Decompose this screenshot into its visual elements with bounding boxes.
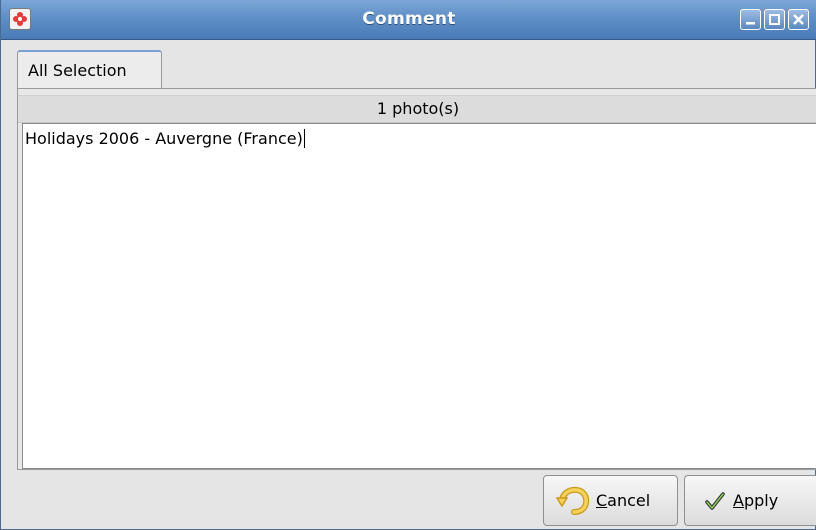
- tab-panel: 1 photo(s) Holidays 2006 - Auvergne (Fra…: [17, 88, 816, 470]
- undo-arrow-icon: [555, 484, 592, 522]
- comment-dialog: Comment All Selection 1 photo(s) Holiday…: [0, 0, 816, 530]
- close-button[interactable]: [788, 9, 809, 30]
- comment-text-area[interactable]: Holidays 2006 - Auvergne (France): [22, 123, 816, 469]
- maximize-icon: [769, 14, 780, 25]
- apply-label: Apply: [733, 491, 779, 510]
- title-bar[interactable]: Comment: [1, 0, 816, 40]
- apply-button[interactable]: Apply: [684, 475, 816, 526]
- tab-all-selection[interactable]: All Selection: [17, 50, 162, 88]
- checkmark-icon: [705, 491, 725, 515]
- photo-count-label: 1 photo(s): [376, 99, 460, 118]
- text-caret: [303, 129, 305, 148]
- comment-text: Holidays 2006 - Auvergne (France): [25, 129, 305, 148]
- window-title: Comment: [362, 9, 456, 29]
- close-icon: [793, 14, 804, 25]
- cancel-label: Cancel: [596, 491, 651, 510]
- minimize-button[interactable]: [740, 9, 761, 30]
- maximize-button[interactable]: [764, 9, 785, 30]
- tab-label: All Selection: [28, 61, 127, 80]
- photo-count-bar: 1 photo(s): [18, 95, 816, 123]
- minimize-icon: [746, 22, 755, 25]
- cancel-button[interactable]: Cancel: [543, 475, 678, 526]
